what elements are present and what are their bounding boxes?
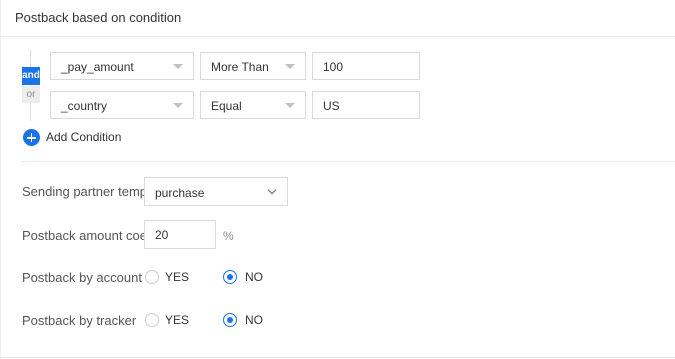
condition-value-input[interactable]: US xyxy=(312,91,420,119)
condition-operator-value: More Than xyxy=(211,60,269,74)
condition-field-value: _country xyxy=(61,99,108,113)
partner-template-select[interactable]: purchase xyxy=(144,177,288,206)
condition-field-value: _pay_amount xyxy=(61,60,134,74)
by-account-no-radio[interactable] xyxy=(223,270,237,284)
partner-template-value: purchase xyxy=(155,186,205,200)
condition-value-input[interactable]: 100 xyxy=(312,52,420,80)
add-condition-label[interactable]: Add Condition xyxy=(46,130,121,144)
plus-circle-icon[interactable] xyxy=(23,129,40,146)
condition-operator-select[interactable]: Equal xyxy=(200,91,306,119)
panel-header: Postback based on condition xyxy=(0,0,675,37)
by-tracker-no-radio[interactable] xyxy=(223,313,237,327)
postback-condition-panel: Postback based on condition and or _pay_… xyxy=(0,0,675,359)
chevron-down-icon xyxy=(267,185,277,195)
amount-coefficient-input[interactable]: 20 xyxy=(144,220,216,249)
condition-operator-select[interactable]: More Than xyxy=(200,52,306,80)
panel-left-border xyxy=(0,0,1,359)
by-account-label: Postback by account xyxy=(22,270,142,285)
logic-or-toggle[interactable]: or xyxy=(22,86,40,103)
section-divider xyxy=(22,161,675,162)
amount-coefficient-value: 20 xyxy=(155,228,169,242)
by-account-yes-label[interactable]: YES xyxy=(165,270,189,284)
panel-bottom-border xyxy=(0,357,675,358)
by-tracker-yes-radio[interactable] xyxy=(145,313,159,327)
by-account-yes-radio[interactable] xyxy=(145,270,159,284)
condition-field-select[interactable]: _country xyxy=(50,91,194,119)
logic-and-toggle[interactable]: and xyxy=(22,67,40,85)
panel-title: Postback based on condition xyxy=(15,10,182,25)
condition-operator-value: Equal xyxy=(211,99,242,113)
by-tracker-no-label[interactable]: NO xyxy=(245,313,263,327)
percent-unit: % xyxy=(223,229,234,243)
condition-value-text: 100 xyxy=(323,60,344,74)
condition-field-select[interactable]: _pay_amount xyxy=(50,52,194,80)
by-account-no-label[interactable]: NO xyxy=(245,270,263,284)
amount-coefficient-label: Postback amount coefficient xyxy=(22,228,145,243)
caret-down-icon xyxy=(173,103,183,108)
caret-down-icon xyxy=(285,64,295,69)
partner-template-label: Sending partner template xyxy=(22,184,145,199)
condition-value-text: US xyxy=(323,99,340,113)
caret-down-icon xyxy=(173,64,183,69)
by-tracker-yes-label[interactable]: YES xyxy=(165,313,189,327)
by-tracker-label: Postback by tracker xyxy=(22,313,137,328)
caret-down-icon xyxy=(285,103,295,108)
